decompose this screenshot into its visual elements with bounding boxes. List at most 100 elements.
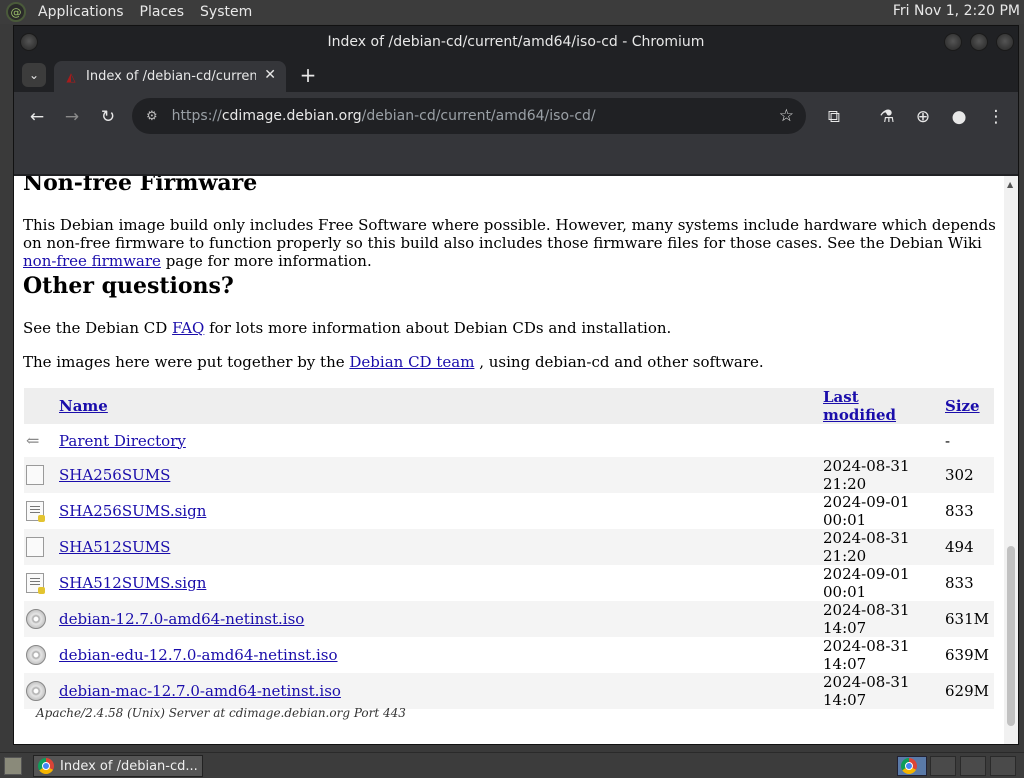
flask-icon: ⚗ <box>879 107 895 127</box>
kebab-menu-icon: ⋮ <box>987 107 1005 127</box>
taskbar-window-button[interactable]: Index of /debian-cd... <box>33 755 203 777</box>
applications-menu[interactable]: Applications <box>30 4 132 20</box>
chromium-tray-icon <box>901 758 917 774</box>
faq-paragraph: See the Debian CD FAQ for lots more info… <box>23 319 1003 337</box>
faq-text: See the Debian CD <box>23 319 168 337</box>
profile-button[interactable]: ● <box>947 105 971 129</box>
team-paragraph: The images here were put together by the… <box>23 353 1003 371</box>
size-cell: 302 <box>940 457 994 493</box>
maximize-button[interactable] <box>970 33 988 51</box>
arrow-left-icon: ← <box>29 107 45 127</box>
modified-cell <box>818 424 940 457</box>
firmware-link[interactable]: non-free firmware <box>23 252 161 270</box>
show-desktop-button[interactable] <box>4 757 22 775</box>
places-menu[interactable]: Places <box>132 4 193 20</box>
window-titlebar[interactable]: Index of /debian-cd/current/amd64/iso-cd… <box>14 26 1018 58</box>
taskbar-window-label: Index of /debian-cd... <box>60 758 198 774</box>
avatar-icon: ● <box>951 107 967 127</box>
browser-window: Index of /debian-cd/current/amd64/iso-cd… <box>13 25 1019 745</box>
server-signature: Apache/2.4.58 (Unix) Server at cdimage.d… <box>36 706 406 720</box>
tab-title: Index of /debian-cd/current/amd64/iso-cd <box>86 69 256 84</box>
signed-file-icon <box>26 573 45 594</box>
sort-by-size-link[interactable]: Size <box>945 397 980 415</box>
page-viewport: Non-free Firmware This Debian image buil… <box>14 176 1004 744</box>
file-link[interactable]: SHA512SUMS <box>59 538 170 556</box>
url-path: /debian-cd/current/amd64/iso-cd/ <box>361 108 596 124</box>
file-link[interactable]: debian-mac-12.7.0-amd64-netinst.iso <box>59 682 341 700</box>
sort-by-name-link[interactable]: Name <box>59 397 108 415</box>
workspace-4[interactable] <box>990 756 1016 776</box>
size-cell: 629M <box>940 673 994 709</box>
size-cell: 833 <box>940 493 994 529</box>
modified-cell: 2024-09-01 00:01 <box>818 565 940 601</box>
menu-button[interactable]: ⋮ <box>984 105 1008 129</box>
table-row: SHA256SUMS 2024-08-31 21:20 302 <box>24 457 994 493</box>
workspace-2[interactable] <box>930 756 956 776</box>
url-host: cdimage.debian.org <box>221 108 362 124</box>
size-cell: 494 <box>940 529 994 565</box>
close-window-button[interactable] <box>996 33 1014 51</box>
faq-link[interactable]: FAQ <box>172 319 204 337</box>
scroll-up-arrow-icon[interactable]: ▲ <box>1007 180 1013 189</box>
text-file-icon <box>26 465 44 485</box>
chevron-down-icon: ⌄ <box>28 68 40 82</box>
url-scheme: https:// <box>171 108 222 124</box>
back-button[interactable]: ← <box>25 105 49 129</box>
file-link[interactable]: debian-12.7.0-amd64-netinst.iso <box>59 610 304 628</box>
modified-cell: 2024-08-31 14:07 <box>818 673 940 709</box>
modified-column-header: Last modified <box>818 388 940 424</box>
name-column-header: Name <box>54 388 818 424</box>
team-text: The images here were put together by the <box>23 353 345 371</box>
distro-logo-icon[interactable]: @ <box>6 2 26 22</box>
system-menu[interactable]: System <box>192 4 260 20</box>
size-cell: 631M <box>940 601 994 637</box>
table-row: SHA512SUMS 2024-08-31 21:20 494 <box>24 529 994 565</box>
reload-button[interactable]: ↻ <box>96 105 120 129</box>
forward-button[interactable]: → <box>60 105 84 129</box>
faq-text-end: for lots more information about Debian C… <box>209 319 672 337</box>
close-tab-icon[interactable]: ✕ <box>264 67 276 83</box>
table-row: ⇐ Parent Directory - <box>24 424 994 457</box>
tab-active[interactable]: ◭ Index of /debian-cd/current/amd64/iso-… <box>54 61 286 92</box>
panel-menu: @ Applications Places System <box>0 2 260 22</box>
browser-toolbar: ← → ↻ ⚙ https://cdimage.debian.org/debia… <box>14 92 1018 142</box>
puzzle-icon: ⧉ <box>827 107 841 127</box>
download-icon: ⊕ <box>915 107 931 127</box>
firmware-text-end: page for more information. <box>165 252 372 270</box>
minimize-button[interactable] <box>944 33 962 51</box>
size-cell: 833 <box>940 565 994 601</box>
sort-by-modified-link[interactable]: Last modified <box>823 388 896 424</box>
modified-cell: 2024-08-31 21:20 <box>818 457 940 493</box>
window-menu-button[interactable] <box>20 33 38 51</box>
bookmark-bar <box>14 142 1018 174</box>
extensions-button[interactable]: ⧉ <box>822 105 846 129</box>
firmware-text: This Debian image build only includes Fr… <box>23 216 996 252</box>
scrollbar-thumb[interactable] <box>1007 546 1015 726</box>
file-link[interactable]: SHA256SUMS.sign <box>59 502 206 520</box>
arrow-right-icon: → <box>64 107 80 127</box>
table-row: debian-12.7.0-amd64-netinst.iso 2024-08-… <box>24 601 994 637</box>
new-tab-button[interactable]: + <box>296 63 320 87</box>
firmware-heading: Non-free Firmware <box>23 176 258 196</box>
firmware-paragraph: This Debian image build only includes Fr… <box>23 216 1003 270</box>
page-scrollbar[interactable]: ▲ <box>1004 176 1018 744</box>
debian-favicon-icon: ◭ <box>66 69 76 84</box>
taskbar: Index of /debian-cd... <box>0 752 1024 778</box>
file-link[interactable]: SHA512SUMS.sign <box>59 574 206 592</box>
file-link[interactable]: SHA256SUMS <box>59 466 170 484</box>
workspace-switcher-active[interactable] <box>897 756 927 776</box>
clock[interactable]: Fri Nov 1, 2:20 PM <box>893 3 1020 19</box>
team-link[interactable]: Debian CD team <box>349 353 474 371</box>
text-file-icon <box>26 537 44 557</box>
address-bar[interactable]: ⚙ https://cdimage.debian.org/debian-cd/c… <box>132 98 806 134</box>
icon-column-header <box>24 388 54 424</box>
bookmark-star-icon[interactable]: ☆ <box>779 106 794 126</box>
signed-file-icon <box>26 501 45 522</box>
labs-button[interactable]: ⚗ <box>875 105 899 129</box>
file-link[interactable]: debian-edu-12.7.0-amd64-netinst.iso <box>59 646 338 664</box>
tab-search-button[interactable]: ⌄ <box>22 63 46 87</box>
downloads-button[interactable]: ⊕ <box>911 105 935 129</box>
workspace-3[interactable] <box>960 756 986 776</box>
parent-directory-link[interactable]: Parent Directory <box>59 432 186 450</box>
site-info-icon[interactable]: ⚙ <box>146 109 158 124</box>
